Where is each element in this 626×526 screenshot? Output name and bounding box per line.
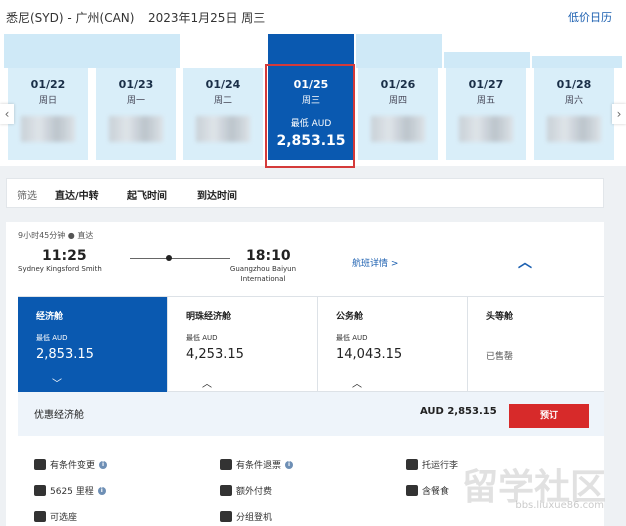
blurred-price	[459, 116, 513, 142]
fare-row: 优惠经济舱 AUD 2,853.15 预订	[18, 392, 604, 436]
filter-arrival-time[interactable]: 到达时间	[197, 187, 237, 202]
arrival-time: 18:10	[246, 248, 291, 264]
blurred-price	[21, 116, 75, 142]
info-icon[interactable]: i	[97, 486, 106, 495]
seat-icon	[220, 485, 232, 496]
cabin-lowest-label: 最低 AUD	[186, 334, 218, 342]
departure-time: 11:25	[42, 248, 87, 264]
cabin-premium-economy[interactable]: 明珠经济舱 最低 AUD 4,253.15 ︿	[168, 297, 318, 393]
feature-refund: 有条件退票 i	[220, 458, 294, 471]
cabin-lowest-label: 最低 AUD	[36, 334, 68, 342]
group-boarding-icon	[220, 511, 232, 522]
chevron-up-icon: ︿	[202, 379, 212, 390]
cabin-lowest-label: 最低 AUD	[336, 334, 368, 342]
blurred-price	[547, 116, 601, 142]
filter-label: 筛选	[17, 191, 37, 202]
cabin-price: 2,853.15	[36, 347, 94, 362]
route-dot	[166, 255, 172, 261]
cabin-name: 明珠经济舱	[186, 312, 232, 322]
date-card-0128[interactable]: 01/28 周六	[534, 68, 614, 160]
chevron-down-icon: ﹀	[52, 379, 62, 390]
date-card-0123[interactable]: 01/23 周一	[96, 68, 176, 160]
chevron-left-icon[interactable]: ‹	[0, 104, 14, 124]
refresh-icon	[34, 459, 46, 470]
chevron-right-icon[interactable]: ›	[612, 104, 626, 124]
page: 悉尼(SYD) - 广州(CAN) 2023年1月25日 周三 低价日历 01/…	[0, 0, 626, 526]
blurred-price	[109, 116, 163, 142]
date-card-0124[interactable]: 01/24 周二	[183, 68, 263, 160]
flight-meta: 9小时45分钟 ● 直达	[18, 231, 94, 240]
price-bar	[4, 34, 180, 68]
date-label: 01/27	[468, 78, 504, 91]
feature-baggage: 托运行李	[406, 458, 458, 471]
date-label: 01/24	[205, 78, 241, 91]
coins-icon	[34, 485, 46, 496]
watermark-url: bbs.liuxue86.com	[515, 500, 604, 511]
seat-select-icon	[34, 511, 46, 522]
departure-airport: Sydney Kingsford Smith	[18, 265, 102, 273]
blurred-price	[371, 116, 425, 142]
date-card-0122[interactable]: 01/22 周日	[8, 68, 88, 160]
date-card-0126[interactable]: 01/26 周四	[358, 68, 438, 160]
cabin-economy[interactable]: 经济舱 最低 AUD 2,853.15 ﹀	[18, 297, 168, 393]
date-label: 01/22	[30, 78, 66, 91]
selected-date-highlight	[265, 64, 355, 168]
header: 悉尼(SYD) - 广州(CAN) 2023年1月25日 周三 低价日历	[0, 0, 626, 34]
cabin-price: 14,043.15	[336, 347, 403, 362]
chevron-up-icon: ︿	[352, 379, 362, 390]
route-title: 悉尼(SYD) - 广州(CAN)	[6, 11, 135, 25]
price-bar	[532, 56, 622, 68]
book-button[interactable]: 预订	[509, 404, 589, 428]
feature-change: 有条件变更 i	[34, 458, 108, 471]
fare-amount: AUD 2,853.15	[420, 406, 497, 417]
weekday-label: 周五	[476, 96, 495, 106]
weekday-label: 周二	[213, 96, 232, 106]
date-card-0127[interactable]: 01/27 周五	[446, 68, 526, 160]
info-icon[interactable]: i	[285, 460, 294, 469]
feature-extra-fee: 额外付费	[220, 484, 272, 497]
feature-group-boarding: 分组登机	[220, 510, 272, 523]
date-label: 01/23	[118, 78, 154, 91]
cabin-business[interactable]: 公务舱 最低 AUD 14,043.15 ︿	[318, 297, 468, 393]
cabin-tabs: 经济舱 最低 AUD 2,853.15 ﹀ 明珠经济舱 最低 AUD 4,253…	[18, 296, 604, 393]
luggage-icon	[406, 459, 418, 470]
low-price-calendar-link[interactable]: 低价日历	[568, 9, 612, 25]
weekday-label: 周四	[388, 96, 407, 106]
date-label: 01/26	[380, 78, 416, 91]
feature-miles: 5625 里程 i	[34, 484, 106, 497]
weekday-label: 周六	[564, 96, 583, 106]
plane-icon	[220, 459, 232, 470]
weekday-label: 周日	[38, 96, 57, 106]
flight-details-link[interactable]: 航班详情 >	[352, 256, 398, 269]
date-label: 01/28	[556, 78, 592, 91]
price-bar-selected	[268, 34, 354, 68]
cabin-name: 经济舱	[36, 312, 64, 322]
cabin-name: 头等舱	[486, 312, 514, 322]
arrival-airport: Guangzhou Baiyun International	[229, 265, 297, 283]
fare-name: 优惠经济舱	[34, 410, 84, 421]
meal-icon	[406, 485, 418, 496]
sold-out-label: 已售罄	[486, 352, 514, 362]
weekday-label: 周一	[126, 96, 145, 106]
filter-departure-time[interactable]: 起飞时间	[127, 187, 167, 202]
cabin-name: 公务舱	[336, 312, 364, 322]
filter-bar: 筛选 直达/中转 起飞时间 到达时间	[6, 178, 604, 208]
price-bar	[356, 34, 442, 68]
cabin-first[interactable]: 头等舱 已售罄	[468, 297, 604, 393]
route-line	[130, 258, 230, 259]
info-icon[interactable]: i	[99, 460, 108, 469]
feature-meal: 含餐食	[406, 484, 449, 497]
chevron-up-icon[interactable]: ︿	[518, 252, 532, 272]
blurred-price	[196, 116, 250, 142]
feature-seat-select: 可选座	[34, 510, 77, 523]
filter-direct-transfer[interactable]: 直达/中转	[55, 187, 99, 202]
cabin-price: 4,253.15	[186, 347, 244, 362]
price-bar	[444, 52, 530, 68]
travel-date: 2023年1月25日 周三	[148, 11, 266, 25]
